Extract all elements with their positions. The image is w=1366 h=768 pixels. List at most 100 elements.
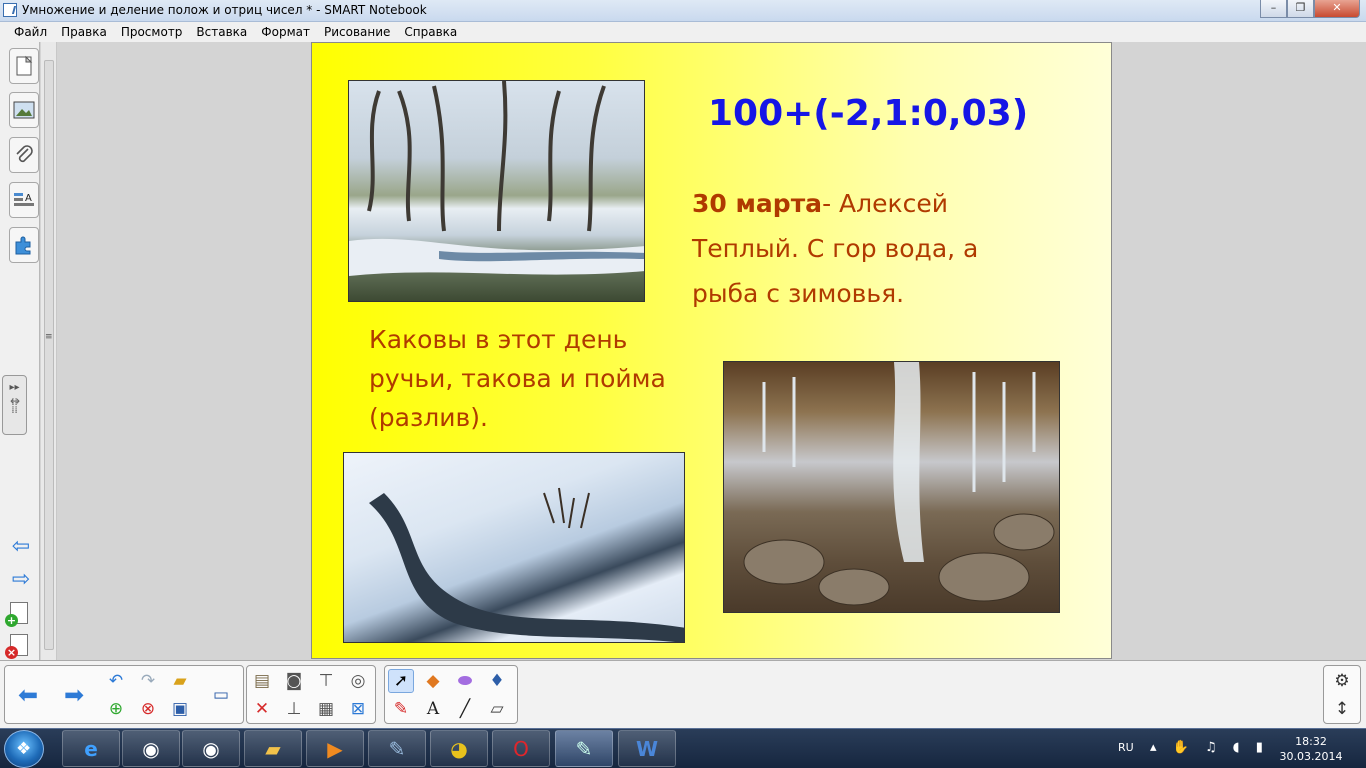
media-player-icon[interactable]: ▶ [306,730,364,767]
close-toolbox-icon[interactable]: ⊠ [345,697,371,721]
open-icon[interactable]: ▰ [167,669,193,693]
move-toolbar-icon[interactable]: ↕ [1329,697,1355,721]
eraser-icon[interactable]: ⬬ [452,669,478,693]
fill-icon[interactable]: ♦ [484,669,510,693]
scroll-grip-icon: ≡ [45,332,53,342]
system-tray: RU ▴ ✋ ♫ ◖ ▮ 18:32 30.03.2014 [1116,729,1366,768]
menu-help[interactable]: Справка [397,25,464,39]
painting-trees [349,81,644,276]
previous-page-arrow-icon[interactable]: ⇦ [8,536,34,558]
display-icon[interactable]: ▭ [208,683,234,707]
menu-view[interactable]: Просмотр [114,25,190,39]
menu-edit[interactable]: Правка [54,25,114,39]
math-expression[interactable]: 100+(-2,1:0,03) [708,93,1028,134]
next-page-icon[interactable]: ➡ [61,683,87,707]
redo-icon[interactable]: ↷ [135,669,161,693]
menu-draw[interactable]: Рисование [317,25,397,39]
app-taskbar-icon-2[interactable]: ◉ [182,730,240,767]
add-page-side-icon[interactable]: + [5,602,28,627]
folk-saying-text[interactable]: 30 марта- Алексей Теплый. С гор вода, а … [692,181,1012,316]
minimize-button[interactable]: – [1260,0,1287,18]
prev-page-icon[interactable]: ⬅ [15,683,41,707]
internet-explorer-icon[interactable]: e [62,730,120,767]
screen-capture-icon[interactable]: ◙ [281,669,307,693]
clock[interactable]: 18:32 30.03.2014 [1279,734,1343,764]
clear-icon[interactable]: ✕ [249,697,275,721]
text-icon[interactable]: A [420,697,446,721]
resize-arrows-icon[interactable]: ↔ [10,394,20,408]
menu-format[interactable]: Формат [254,25,317,39]
waterfall-image[interactable] [723,361,1060,613]
scrollbar-thumb[interactable] [44,60,54,650]
side-tab-panel: A ▸▸ ⁞⁞ ⁞⁞ ↔ ⇦ ⇨ + × [0,42,40,660]
app-taskbar-icon-3[interactable]: ✎ [368,730,426,767]
select-icon[interactable]: ➚ [388,669,414,693]
date-label: 30 марта [692,189,823,218]
explorer-folder-icon[interactable]: ▰ [244,730,302,767]
magic-pen-icon[interactable]: ▱ [484,697,510,721]
properties-tab[interactable]: A [9,182,39,218]
delete-page-side-icon[interactable]: × [5,634,28,659]
shapes-icon[interactable]: ◆ [420,669,446,693]
notebook-page[interactable]: 100+(-2,1:0,03) 30 марта- Алексей Теплый… [311,42,1112,659]
app-taskbar-icon-1[interactable]: ◉ [122,730,180,767]
double-chevron-icon: ▸▸ [9,382,20,393]
clock-time: 18:32 [1295,735,1327,748]
paperclip-icon [16,145,33,163]
smart-notebook-taskbar-icon[interactable]: ✎ [555,730,613,767]
screen-shade-icon[interactable]: ⊤ [313,669,339,693]
toolbar-group-settings: ⚙ ↕ [1323,665,1361,724]
windows-taskbar: e ◉ ◉ ▰ ▶ ✎ ◕ O ✎ W RU ▴ ✋ ♫ ◖ ▮ 18:32 3… [0,728,1366,768]
gallery-icon [13,101,35,119]
menu-bar: Файл Правка Просмотр Вставка Формат Рисо… [0,22,1366,42]
table-icon[interactable]: ▦ [313,697,339,721]
language-indicator[interactable]: RU [1118,741,1134,754]
snowy-stream-image[interactable] [343,452,685,643]
screen-shade-down-icon[interactable]: ⊥ [281,697,307,721]
maximize-button[interactable]: ❐ [1287,0,1314,18]
chrome-icon[interactable]: ◕ [430,730,488,767]
close-icon: × [5,646,18,659]
delete-page-icon[interactable]: ⊗ [135,697,161,721]
toolbar-group-page: ⬅ ➡ ↶ ↷ ▰ ⊕ ⊗ ▣ ▭ [4,665,244,724]
clock-date: 30.03.2014 [1279,750,1343,763]
title-bar: Умножение и деление полож и отриц чисел … [0,0,1366,22]
menu-insert[interactable]: Вставка [189,25,254,39]
pens-icon[interactable]: ✎ [388,697,414,721]
plus-icon: + [5,614,18,627]
menu-file[interactable]: Файл [7,25,54,39]
window-title: Умножение и деление полож и отриц чисел … [22,3,427,17]
paste-icon[interactable]: ▤ [249,669,275,693]
page-sorter-icon [16,55,33,76]
properties-icon: A [14,193,34,206]
waterfall-shapes [743,362,1055,606]
puzzle-icon [15,236,31,255]
svg-text:A: A [25,193,32,204]
close-button[interactable]: ✕ [1314,0,1360,18]
addons-tab[interactable] [9,227,39,263]
toolbar-group-tools: ▤ ◙ ⊤ ◎ ✕ ⊥ ▦ ⊠ [246,665,376,724]
snow-stream-shapes [369,487,684,642]
toolbar-group-drawing: ➚ ◆ ⬬ ♦ ✎ A ╱ ▱ [384,665,518,724]
opera-icon[interactable]: O [492,730,550,767]
settings-icon[interactable]: ⚙ [1329,669,1355,693]
right-workspace [1112,42,1366,660]
gallery-tab[interactable] [9,92,39,128]
save-icon[interactable]: ▣ [167,697,193,721]
spring-river-painting-image[interactable] [348,80,645,302]
start-button[interactable] [4,730,44,768]
next-page-arrow-icon[interactable]: ⇨ [8,569,34,591]
main-toolbar: ⬅ ➡ ↶ ↷ ▰ ⊕ ⊗ ▣ ▭ ▤ ◙ ⊤ ◎ ✕ ⊥ ▦ ⊠ ➚ ◆ ⬬ … [0,660,1366,728]
tray-icons[interactable]: ▴ ✋ ♫ ◖ ▮ [1150,740,1269,755]
line-icon[interactable]: ╱ [452,697,478,721]
undo-icon[interactable]: ↶ [103,669,129,693]
word-icon[interactable]: W [618,730,676,767]
side-scrollbar[interactable]: ≡ [41,42,57,660]
window-controls: – ❐ ✕ [1260,0,1360,18]
add-page-icon[interactable]: ⊕ [103,697,129,721]
streams-caption[interactable]: Каковы в этот день ручьи, такова и пойма… [369,320,669,437]
attachments-tab[interactable] [9,137,39,173]
page-sorter-tab[interactable] [9,48,39,84]
smart-notebook-app-icon [3,3,17,17]
document-camera-icon[interactable]: ◎ [345,669,371,693]
